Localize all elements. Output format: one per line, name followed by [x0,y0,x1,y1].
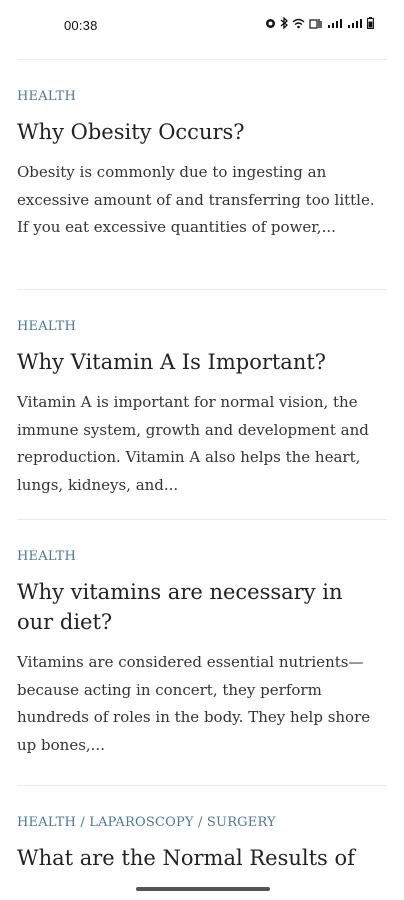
alarm-icon [265,18,276,29]
article-card[interactable]: HEALTH Why Obesity Occurs? Obesity is co… [0,60,404,289]
article-card[interactable]: HEALTH Why vitamins are necessary in our… [0,520,404,785]
volte-icon [309,18,323,29]
status-time: 00:38 [64,18,98,33]
article-category[interactable]: HEALTH [17,89,76,104]
gesture-navigation-bar[interactable] [136,887,270,891]
article-excerpt: Obesity is commonly due to ingesting an … [17,163,375,236]
signal-icon [327,18,343,29]
article-category[interactable]: HEALTH / LAPAROSCOPY / SURGERY [17,815,276,830]
article-title[interactable]: Why vitamins are necessary in our diet? [17,577,374,637]
article-excerpt: Vitamins are considered essential nutrie… [17,653,371,754]
status-bar: 00:38 [0,0,404,48]
article-title[interactable]: Why Obesity Occurs? [17,117,374,147]
signal-icon [347,18,363,29]
article-category[interactable]: HEALTH [17,319,76,334]
bluetooth-icon [280,17,288,29]
article-card[interactable]: HEALTH Why Vitamin A Is Important? Vitam… [0,290,404,519]
article-list: HEALTH Why Obesity Occurs? Obesity is co… [0,59,404,876]
status-icons [265,17,374,29]
battery-icon [367,17,374,29]
article-title[interactable]: Why Vitamin A Is Important? [17,347,374,377]
article-excerpt: Vitamin A is important for normal vision… [17,393,369,494]
wifi-icon [292,18,305,29]
article-category[interactable]: HEALTH [17,549,76,564]
article-title[interactable]: What are the Normal Results of [17,843,374,873]
article-card[interactable]: HEALTH / LAPAROSCOPY / SURGERY What are … [0,786,404,876]
